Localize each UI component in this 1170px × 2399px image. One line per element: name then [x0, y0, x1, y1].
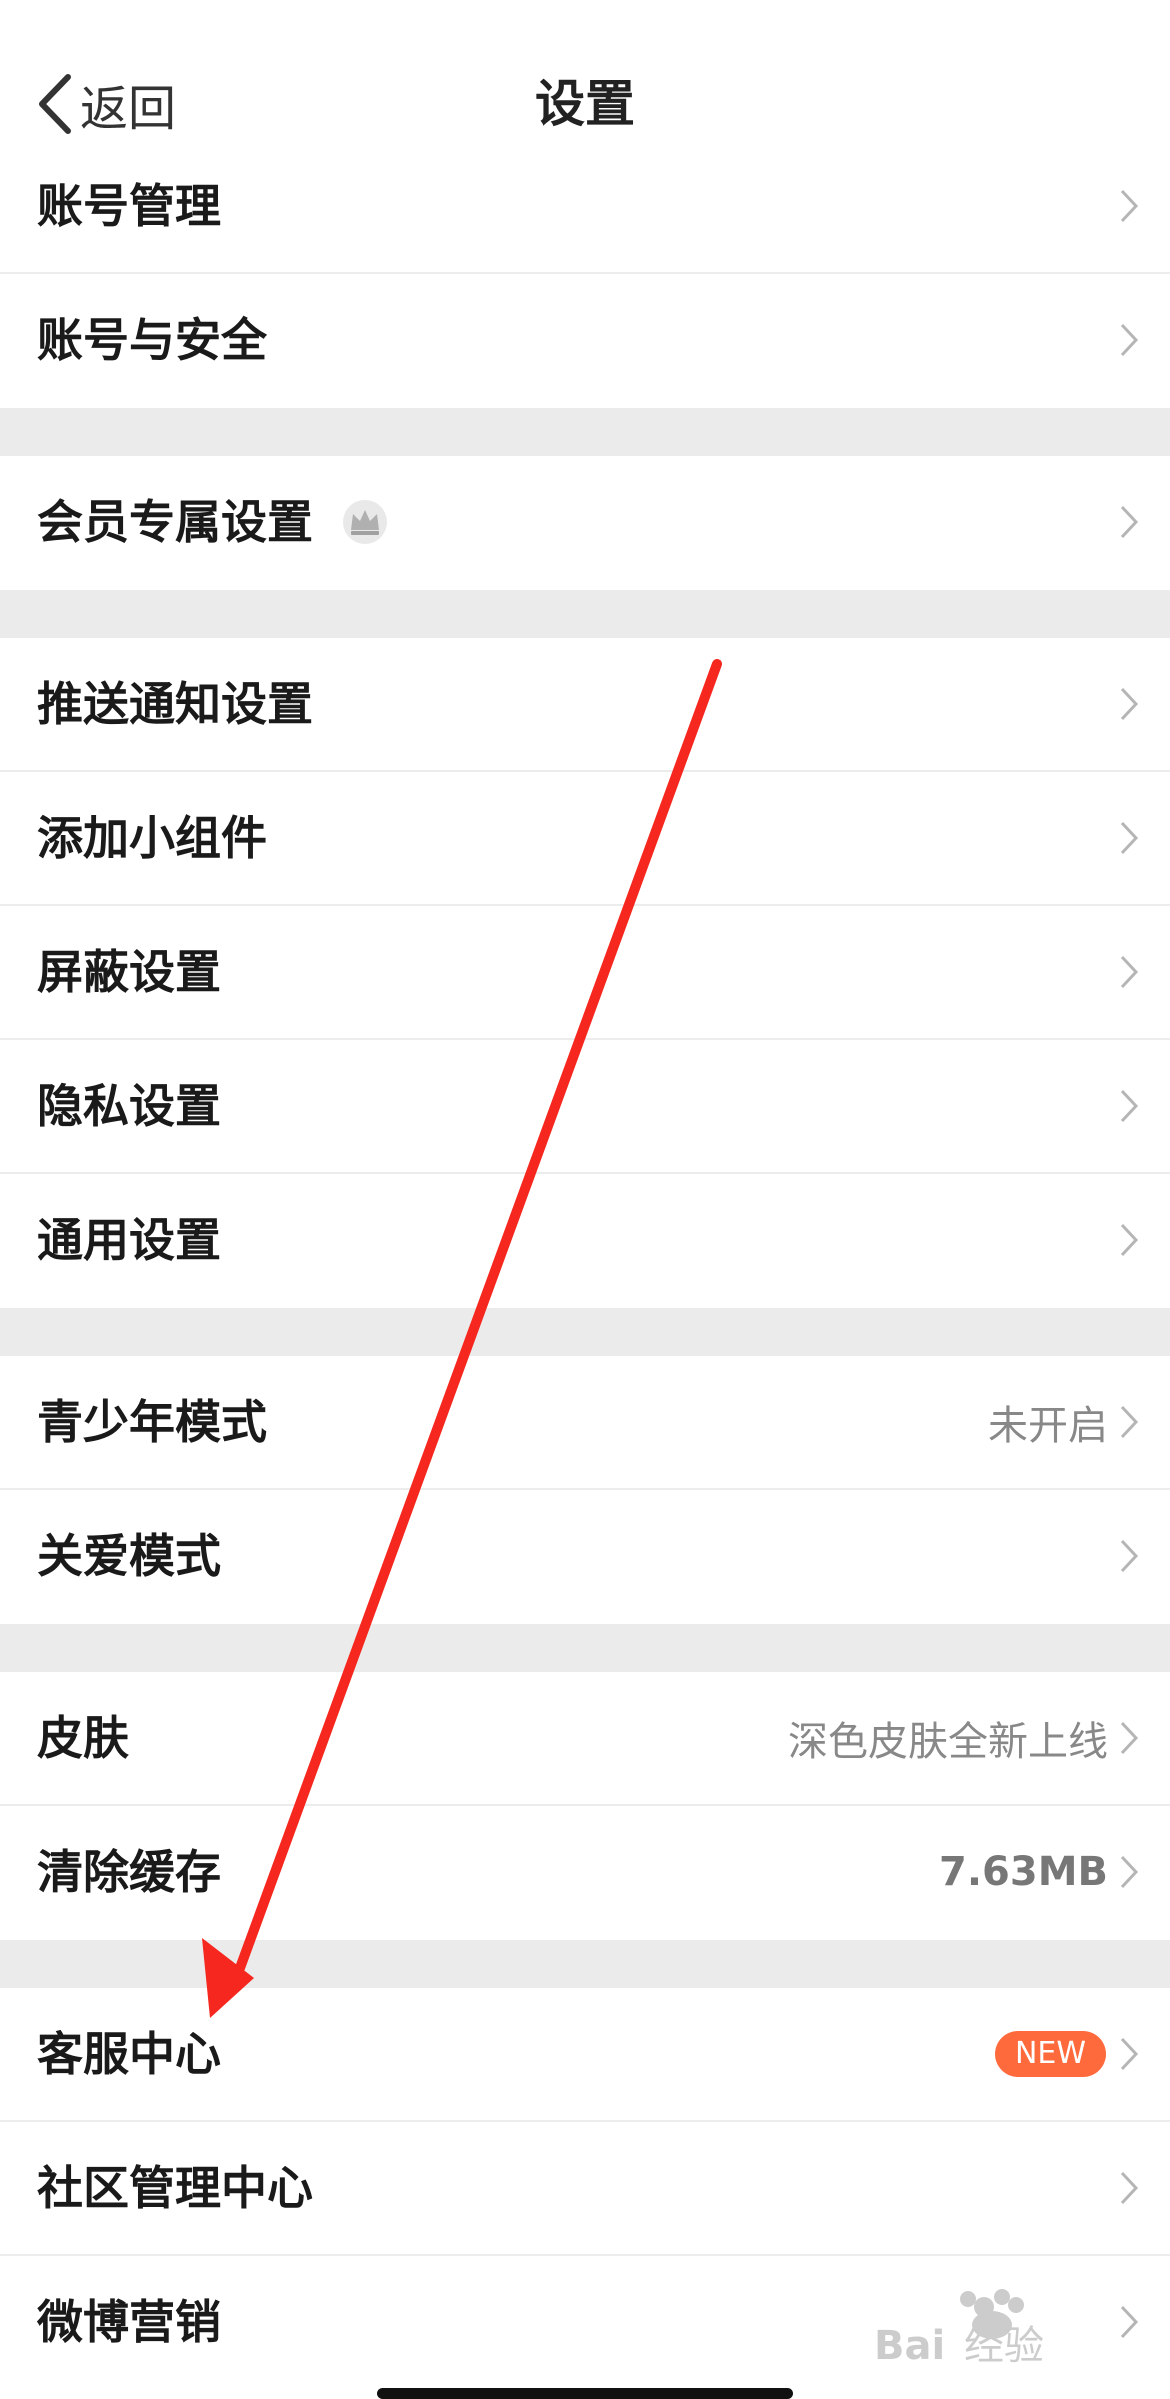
svg-text:Bai: Bai	[874, 2323, 945, 2369]
chevron-right-icon	[1120, 2305, 1139, 2339]
row-label: 隐私设置	[37, 1079, 221, 1133]
row-service-center[interactable]: 客服中心 NEW	[0, 1988, 1170, 2122]
row-skin[interactable]: 皮肤 深色皮肤全新上线	[0, 1672, 1170, 1806]
row-label: 添加小组件	[37, 811, 267, 865]
row-label: 会员专属设置	[37, 456, 389, 588]
chevron-right-icon	[1120, 189, 1139, 223]
section-divider	[0, 1940, 1170, 1988]
chevron-right-icon	[1120, 1855, 1139, 1889]
chevron-right-icon	[1120, 1405, 1139, 1439]
row-push-notification[interactable]: 推送通知设置	[0, 638, 1170, 772]
chevron-right-icon	[1120, 821, 1139, 855]
crown-icon	[343, 499, 387, 544]
row-label: 皮肤	[37, 1711, 129, 1765]
row-label: 账号与安全	[37, 313, 267, 367]
section-divider	[0, 590, 1170, 638]
baidu-jingyan-watermark: Bai 经验	[874, 2289, 1044, 2369]
chevron-right-icon	[1120, 323, 1139, 357]
cache-size: 7.63MB	[939, 1849, 1108, 1895]
svg-text:经验: 经验	[964, 2323, 1044, 2369]
row-label: 推送通知设置	[37, 677, 313, 731]
chevron-right-icon	[1120, 2037, 1139, 2071]
chevron-right-icon	[1120, 1089, 1139, 1123]
row-label: 微博营销	[37, 2295, 221, 2349]
chevron-right-icon	[1120, 687, 1139, 721]
row-label: 青少年模式	[37, 1395, 267, 1449]
new-badge: NEW	[994, 2031, 1106, 2077]
row-label: 通用设置	[37, 1213, 221, 1267]
row-vip-settings[interactable]: 会员专属设置	[0, 456, 1170, 590]
chevron-right-icon	[1120, 1223, 1139, 1257]
row-teen-mode[interactable]: 青少年模式 未开启	[0, 1356, 1170, 1490]
row-care-mode[interactable]: 关爱模式	[0, 1490, 1170, 1624]
teen-mode-status: 未开启	[988, 1403, 1108, 1449]
chevron-right-icon	[1120, 955, 1139, 989]
page-title: 设置	[535, 75, 635, 133]
section-divider	[0, 1308, 1170, 1356]
row-clear-cache[interactable]: 清除缓存 7.63MB	[0, 1806, 1170, 1940]
chevron-right-icon	[1120, 1721, 1139, 1755]
row-label: 清除缓存	[37, 1845, 221, 1899]
row-add-widget[interactable]: 添加小组件	[0, 772, 1170, 906]
row-label: 关爱模式	[37, 1529, 221, 1583]
row-community-center[interactable]: 社区管理中心	[0, 2122, 1170, 2256]
row-label: 客服中心	[37, 2027, 221, 2081]
section-divider	[0, 408, 1170, 456]
chevron-right-icon	[1120, 2171, 1139, 2205]
skin-promo-text: 深色皮肤全新上线	[788, 1719, 1108, 1765]
chevron-right-icon	[1120, 1539, 1139, 1573]
row-general-settings[interactable]: 通用设置	[0, 1174, 1170, 1308]
row-block-settings[interactable]: 屏蔽设置	[0, 906, 1170, 1040]
chevron-right-icon	[1120, 505, 1139, 539]
home-indicator	[377, 2388, 793, 2399]
row-label: 账号管理	[37, 179, 221, 233]
row-label: 屏蔽设置	[37, 945, 221, 999]
row-account-manage[interactable]: 账号管理	[0, 140, 1170, 274]
row-privacy-settings[interactable]: 隐私设置	[0, 1040, 1170, 1174]
row-label: 社区管理中心	[37, 2161, 313, 2215]
row-account-security[interactable]: 账号与安全	[0, 274, 1170, 408]
section-divider	[0, 1624, 1170, 1672]
